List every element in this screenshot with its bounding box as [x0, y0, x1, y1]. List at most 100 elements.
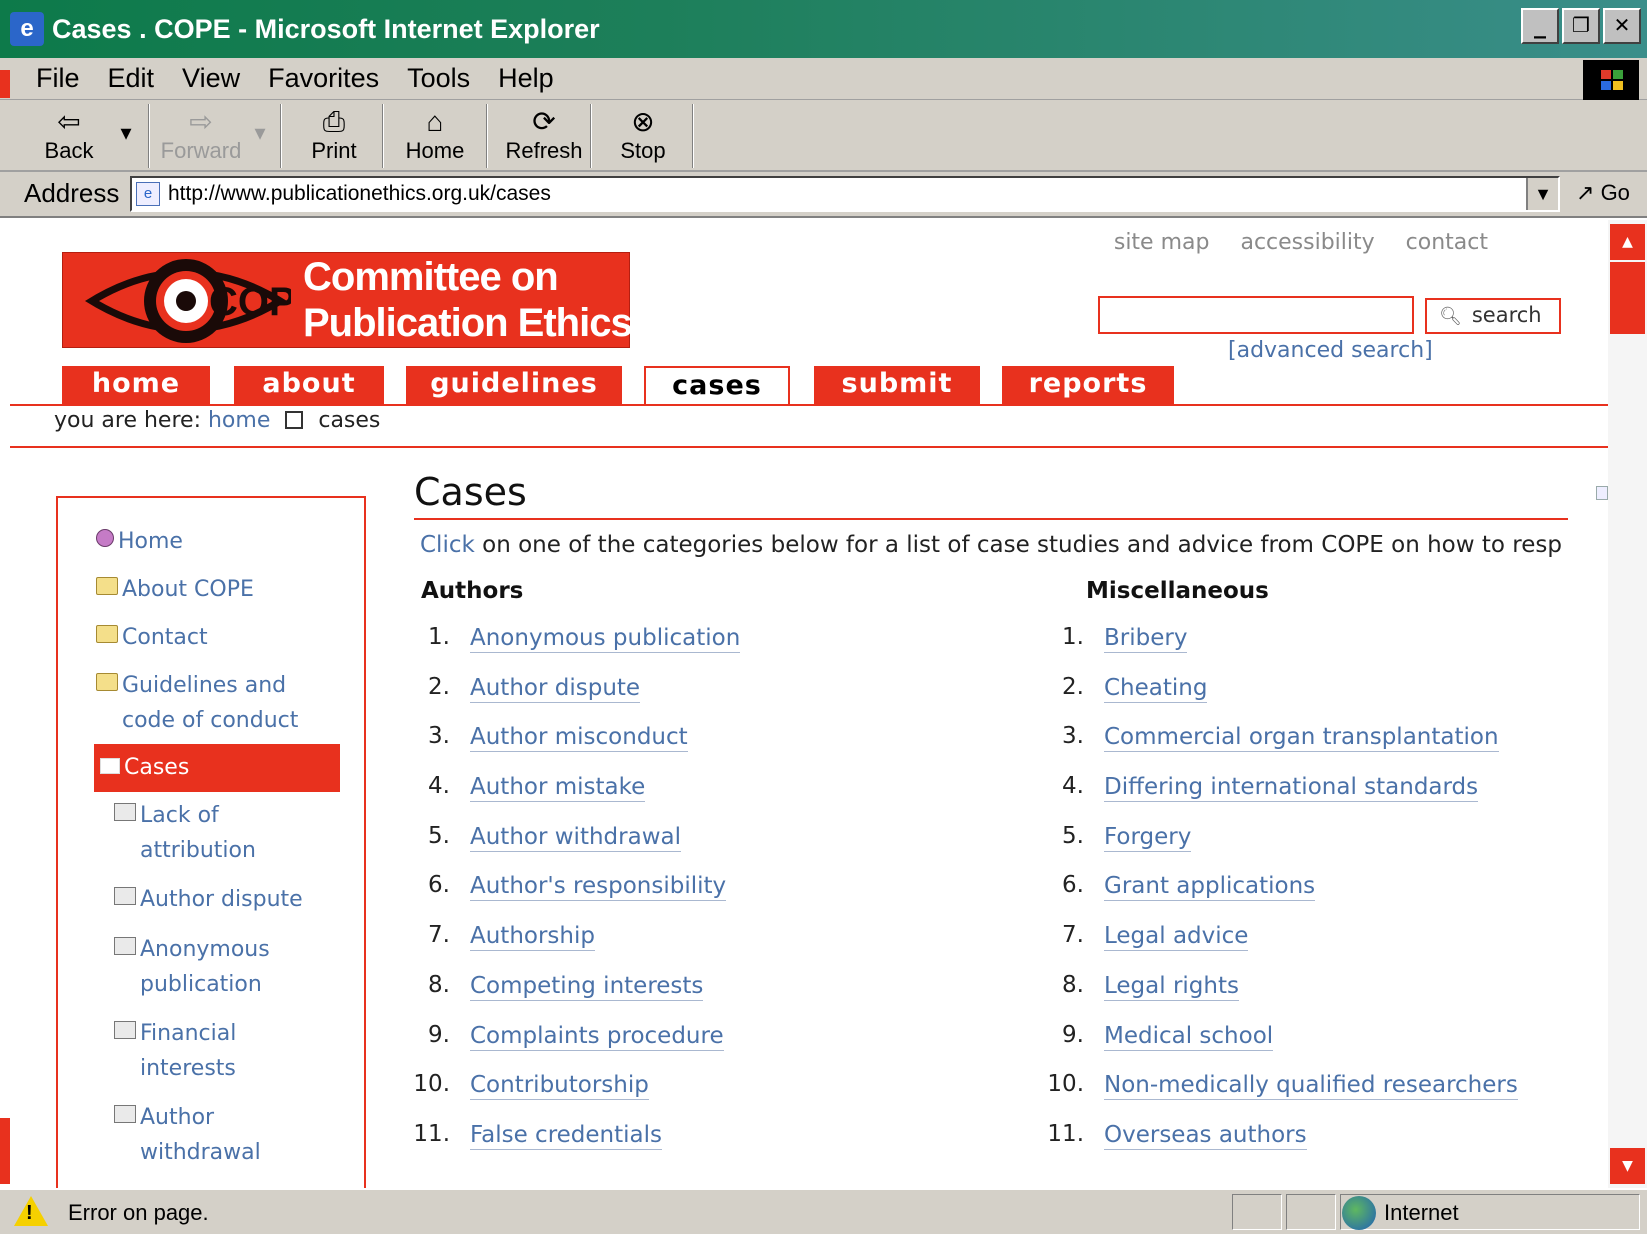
misc-list-item: 3. Commercial organ transplantation [1044, 723, 1604, 773]
misc-case-link[interactable]: Medical school [1104, 1022, 1274, 1051]
address-dropdown-icon[interactable]: ▼ [1526, 178, 1558, 210]
authors-case-link[interactable]: Authorship [470, 922, 595, 952]
misc-case-link[interactable]: Bribery [1104, 624, 1188, 653]
stop-label: Stop [620, 138, 666, 163]
address-input[interactable]: e http://www.publicationethics.org.uk/ca… [130, 176, 1560, 212]
status-text: Error on page. [68, 1200, 209, 1225]
tab-cases[interactable]: cases [644, 366, 790, 404]
pages-icon [114, 803, 136, 821]
authors-case-link[interactable]: Author misconduct [470, 723, 688, 753]
authors-list-item: 8. Competing interests [410, 972, 1030, 1022]
tab-home[interactable]: home [62, 366, 210, 404]
authors-case-link[interactable]: Anonymous publication [470, 624, 741, 653]
sidebar-item-cases[interactable]: Cases [94, 744, 340, 792]
pages-icon [114, 1021, 136, 1039]
open-folder-icon [100, 758, 120, 774]
close-button[interactable]: ✕ [1603, 8, 1641, 44]
sidebar-item-label: Guidelines and [122, 673, 287, 698]
go-arrow-icon: ↗ [1576, 180, 1595, 205]
scroll-thumb[interactable] [1610, 262, 1645, 334]
back-label: Back [44, 138, 94, 163]
tab-reports[interactable]: reports [1002, 366, 1174, 404]
sidebar-item-guidelines[interactable]: Guidelines and code of conduct [96, 668, 298, 738]
misc-list-item: 5. Forgery [1044, 823, 1604, 873]
list-number: 3. [1062, 723, 1084, 750]
page-scrollbar[interactable]: ▲ ▼ [1608, 220, 1647, 1188]
scroll-down-icon[interactable]: ▼ [1610, 1148, 1645, 1184]
sidebar-subitem-lack-of-attribution[interactable]: Lack of attribution [114, 798, 256, 868]
tab-submit[interactable]: submit [814, 366, 980, 404]
sidebar-item-contact[interactable]: Contact [96, 620, 208, 655]
refresh-button[interactable]: ⟳ Refresh [494, 106, 594, 166]
misc-case-link[interactable]: Commercial organ transplantation [1104, 723, 1499, 753]
stop-button[interactable]: ⊗ Stop [600, 106, 686, 166]
authors-case-link[interactable]: Author's responsibility [470, 872, 727, 902]
go-label: Go [1600, 180, 1630, 205]
misc-case-link[interactable]: Cheating [1104, 674, 1208, 703]
cope-logo[interactable]: COPE Committee on Publication Ethics [62, 252, 633, 348]
sidebar-item-label: interests [140, 1056, 236, 1081]
breadcrumb-separator-icon [285, 411, 304, 429]
sidebar-item-label: attribution [140, 838, 256, 863]
contact-link[interactable]: contact [1406, 230, 1488, 255]
misc-case-link[interactable]: Differing international standards [1104, 773, 1479, 803]
search-button[interactable]: 🔍︎ search [1425, 298, 1561, 334]
site-map-link[interactable]: site map [1114, 230, 1210, 255]
menu-tools[interactable]: Tools [407, 63, 470, 94]
intro-click-link[interactable]: Click [420, 532, 475, 558]
forward-button[interactable]: ⇨ Forward [156, 106, 246, 166]
misc-case-link[interactable]: Legal advice [1104, 922, 1249, 952]
toolbar: ⇦ Back ▾ ⇨ Forward ▾ ⎙ Print ⌂ Home ⟳ Re… [0, 100, 1647, 172]
menu-file[interactable]: File [36, 63, 80, 94]
menu-favorites[interactable]: Favorites [268, 63, 379, 94]
scroll-up-icon[interactable]: ▲ [1610, 224, 1645, 260]
list-number: 1. [428, 624, 450, 650]
advanced-search-link[interactable]: [advanced search] [1228, 338, 1433, 363]
misc-case-link[interactable]: Legal rights [1104, 972, 1239, 1001]
back-arrow-icon: ⇦ [57, 106, 81, 137]
breadcrumb: you are here: home cases [54, 408, 380, 433]
accessibility-link[interactable]: accessibility [1240, 230, 1374, 255]
ie-logo-icon: e [10, 12, 44, 46]
forward-label: Forward [160, 138, 242, 163]
page-viewport: COPE Committee on Publication Ethics sit… [10, 220, 1608, 1188]
sidebar-item-home[interactable]: Home [96, 524, 183, 559]
home-button[interactable]: ⌂ Home [392, 106, 478, 166]
menu-view[interactable]: View [182, 63, 240, 94]
authors-case-link[interactable]: Author mistake [470, 773, 646, 803]
sidebar-subitem-anonymous-publication[interactable]: Anonymous publication [114, 932, 270, 1002]
authors-case-link[interactable]: False credentials [470, 1121, 662, 1150]
sidebar-subitem-financial-interests[interactable]: Financial interests [114, 1016, 236, 1086]
tab-guidelines[interactable]: guidelines [406, 366, 622, 404]
menu-edit[interactable]: Edit [108, 63, 155, 94]
authors-case-link[interactable]: Author withdrawal [470, 823, 681, 852]
authors-case-link[interactable]: Author dispute [470, 674, 641, 703]
sidebar-item-label: About COPE [122, 577, 254, 602]
authors-list-item: 7. Authorship [410, 922, 1030, 972]
misc-case-link[interactable]: Forgery [1104, 823, 1192, 852]
misc-case-link[interactable]: Non-medically qualified researchers [1104, 1071, 1518, 1101]
authors-case-link[interactable]: Competing interests [470, 972, 704, 1001]
authors-case-link[interactable]: Complaints procedure [470, 1022, 724, 1051]
print-button[interactable]: ⎙ Print [294, 106, 374, 166]
internet-globe-icon [1342, 1196, 1376, 1230]
misc-case-link[interactable]: Grant applications [1104, 872, 1316, 902]
breadcrumb-home-link[interactable]: home [208, 408, 270, 433]
list-number: 6. [428, 872, 450, 899]
back-button[interactable]: ⇦ Back [24, 106, 114, 166]
back-dropdown-icon[interactable]: ▾ [112, 120, 140, 180]
forward-dropdown-icon[interactable]: ▾ [246, 120, 274, 180]
print-page-icon[interactable] [1596, 486, 1608, 500]
authors-case-link[interactable]: Contributorship [470, 1071, 649, 1101]
misc-case-link[interactable]: Overseas authors [1104, 1121, 1307, 1150]
sidebar-item-about[interactable]: About COPE [96, 572, 254, 607]
go-button[interactable]: ↗ Go [1576, 180, 1630, 206]
misc-list-item: 6. Grant applications [1044, 872, 1604, 922]
search-input[interactable] [1098, 296, 1414, 334]
menu-help[interactable]: Help [498, 63, 554, 94]
restore-button[interactable]: ❐ [1562, 8, 1600, 44]
tab-about[interactable]: about [234, 366, 384, 404]
sidebar-subitem-author-withdrawal[interactable]: Author withdrawal [114, 1100, 261, 1170]
sidebar-subitem-author-dispute[interactable]: Author dispute [114, 882, 303, 917]
minimize-button[interactable]: _ [1521, 8, 1559, 44]
